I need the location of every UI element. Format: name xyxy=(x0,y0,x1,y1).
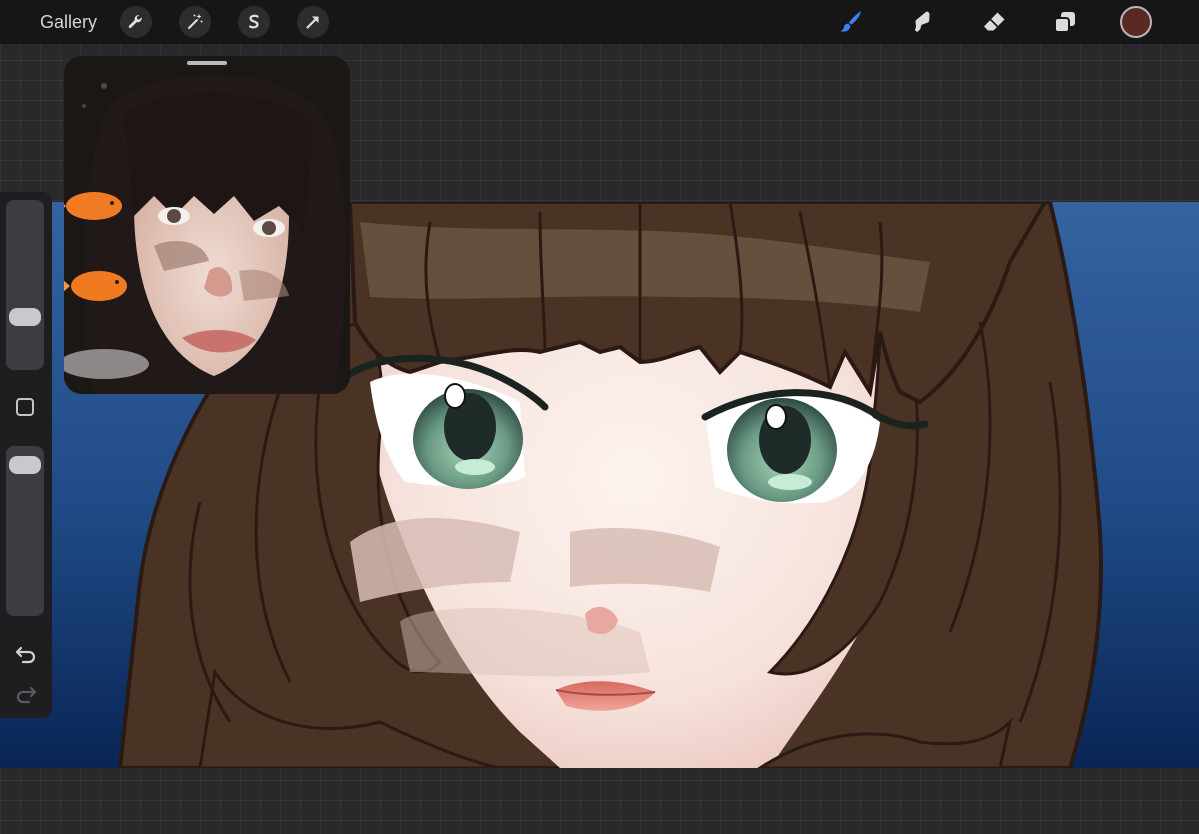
transform-arrow-icon[interactable] xyxy=(297,6,329,38)
brush-icon[interactable] xyxy=(834,6,866,38)
gallery-button[interactable]: Gallery xyxy=(40,11,97,33)
redo-icon[interactable] xyxy=(13,680,39,706)
brush-size-thumb[interactable] xyxy=(9,308,41,327)
color-picker-swatch[interactable] xyxy=(1120,6,1152,38)
eraser-icon[interactable] xyxy=(978,6,1010,38)
magic-wand-icon[interactable] xyxy=(179,6,211,38)
reference-photo xyxy=(64,56,350,394)
layers-icon[interactable] xyxy=(1049,6,1081,38)
smudge-icon[interactable] xyxy=(906,6,938,38)
reference-drag-handle[interactable] xyxy=(187,61,227,65)
brush-size-slider[interactable] xyxy=(6,200,44,370)
opacity-thumb[interactable] xyxy=(9,456,41,475)
modify-square-icon[interactable] xyxy=(16,398,34,416)
wrench-icon[interactable] xyxy=(120,6,152,38)
undo-icon[interactable] xyxy=(13,640,39,666)
opacity-slider[interactable] xyxy=(6,446,44,616)
procreate-app: Gallery xyxy=(0,0,1199,834)
left-sidebar xyxy=(0,192,52,718)
top-toolbar: Gallery xyxy=(0,0,1199,44)
reference-window[interactable] xyxy=(64,56,350,394)
selection-icon[interactable] xyxy=(238,6,270,38)
